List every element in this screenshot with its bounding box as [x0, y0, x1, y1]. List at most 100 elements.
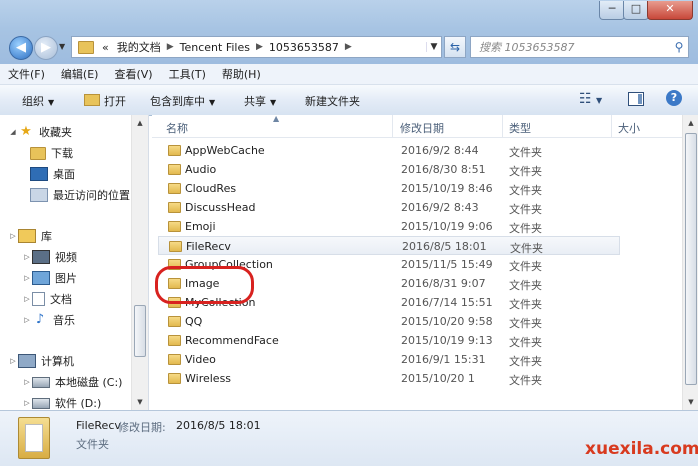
chevron-right-icon[interactable]: ▶: [254, 42, 265, 52]
file-name: CloudRes: [185, 182, 237, 195]
file-name: QQ: [185, 315, 203, 328]
nav-item-label: 图片: [55, 272, 77, 285]
search-input[interactable]: 搜索 1053653587 ⚲: [470, 36, 689, 58]
new-folder-button[interactable]: 新建文件夹: [305, 93, 360, 109]
expand-arrow-icon[interactable]: ▷: [22, 274, 32, 282]
nav-computer[interactable]: ▷ 计算机: [8, 352, 74, 370]
column-name[interactable]: 名称: [166, 120, 188, 136]
expand-arrow-icon[interactable]: ▷: [22, 316, 32, 324]
file-row[interactable]: Audio 2016/8/30 8:51 文件夹: [158, 160, 620, 179]
nav-favorites[interactable]: ◢ ★ 收藏夹: [8, 123, 72, 141]
expand-arrow-icon[interactable]: ▷: [22, 378, 32, 386]
file-row[interactable]: DiscussHead 2016/9/2 8:43 文件夹: [158, 198, 620, 217]
scroll-up-icon[interactable]: ▲: [132, 115, 148, 131]
nav-libraries[interactable]: ▷ 库: [8, 227, 52, 245]
menu-edit[interactable]: 编辑(E): [53, 66, 107, 82]
details-pane: FileRecv 修改日期: 2016/8/5 18:01 文件夹 xuexil…: [0, 410, 698, 466]
folder-icon: [168, 373, 181, 384]
navigation-pane: ◢ ★ 收藏夹 下载 桌面 最近访问的位置 ▷ 库 ▷ 视频 ▷ 图片 ▷ 文档…: [0, 115, 149, 410]
file-name: Wireless: [185, 372, 232, 385]
file-row[interactable]: QQ 2015/10/20 9:58 文件夹: [158, 312, 620, 331]
nav-item-pictures[interactable]: ▷ 图片: [22, 269, 77, 287]
menu-view[interactable]: 查看(V): [106, 66, 160, 82]
include-in-library-button[interactable]: 包含到库中 ▼: [150, 93, 215, 109]
preview-pane-icon[interactable]: [628, 92, 644, 106]
file-row[interactable]: Video 2016/9/1 15:31 文件夹: [158, 350, 620, 369]
organize-button[interactable]: 组织 ▼: [22, 93, 54, 109]
search-placeholder[interactable]: 搜索 1053653587: [471, 39, 670, 55]
expand-arrow-icon[interactable]: ▷: [22, 295, 32, 303]
file-row[interactable]: FileRecv 2016/8/5 18:01 文件夹: [158, 236, 620, 255]
file-date: 2016/7/14 15:51: [401, 296, 493, 309]
file-type: 文件夹: [509, 298, 542, 311]
sort-ascending-icon: ▲: [273, 115, 280, 123]
nav-item-drive-c[interactable]: ▷ 本地磁盘 (C:): [22, 373, 122, 391]
expand-arrow-icon[interactable]: ◢: [8, 128, 18, 136]
file-row[interactable]: Wireless 2015/10/20 1 文件夹: [158, 369, 620, 388]
address-overflow[interactable]: «: [98, 41, 113, 54]
nav-item-music[interactable]: ▷ ♪ 音乐: [22, 311, 75, 329]
forward-button[interactable]: ▶: [34, 36, 58, 60]
chevron-right-icon[interactable]: ▶: [343, 42, 354, 52]
file-type: 文件夹: [509, 374, 542, 387]
scrollbar-thumb[interactable]: [685, 133, 697, 385]
breadcrumb-account[interactable]: 1053653587: [265, 41, 343, 54]
file-row[interactable]: Emoji 2015/10/19 9:06 文件夹: [158, 217, 620, 236]
share-button[interactable]: 共享 ▼: [244, 93, 276, 109]
scroll-up-icon[interactable]: ▲: [683, 115, 698, 131]
maximize-button[interactable]: □: [623, 1, 649, 20]
back-button[interactable]: ◀: [9, 36, 33, 60]
minimize-button[interactable]: ─: [599, 1, 625, 20]
column-divider[interactable]: [611, 115, 612, 137]
nav-scrollbar[interactable]: ▲ ▼: [131, 115, 148, 410]
video-library-icon: [32, 250, 50, 264]
open-label: 打开: [104, 95, 126, 108]
address-dropdown-icon[interactable]: ▼: [426, 42, 441, 52]
expand-arrow-icon[interactable]: ▷: [8, 357, 18, 365]
file-row[interactable]: CloudRes 2015/10/19 8:46 文件夹: [158, 179, 620, 198]
refresh-button[interactable]: ⇆: [444, 36, 466, 58]
file-type: 文件夹: [509, 184, 542, 197]
nav-item-downloads[interactable]: 下载: [30, 144, 73, 162]
chevron-right-icon[interactable]: ▶: [165, 42, 176, 52]
folder-icon: [168, 335, 181, 346]
file-type: 文件夹: [509, 165, 542, 178]
file-row[interactable]: RecommendFace 2015/10/19 9:13 文件夹: [158, 331, 620, 350]
column-type[interactable]: 类型: [509, 120, 531, 136]
scrollbar-thumb[interactable]: [134, 305, 146, 357]
nav-item-recent[interactable]: 最近访问的位置: [30, 186, 130, 204]
column-size[interactable]: 大小: [618, 120, 640, 136]
nav-item-desktop[interactable]: 桌面: [30, 165, 75, 183]
open-button[interactable]: 打开: [84, 93, 126, 109]
expand-arrow-icon[interactable]: ▷: [22, 399, 32, 407]
column-divider[interactable]: [392, 115, 393, 137]
breadcrumb-documents[interactable]: 我的文档: [113, 39, 165, 55]
menu-tools[interactable]: 工具(T): [161, 66, 214, 82]
expand-arrow-icon[interactable]: ▷: [22, 253, 32, 261]
nav-item-videos[interactable]: ▷ 视频: [22, 248, 77, 266]
view-options-icon[interactable]: ☷ ▼: [579, 91, 602, 107]
file-type: 文件夹: [509, 222, 542, 235]
expand-arrow-icon[interactable]: ▷: [8, 232, 18, 240]
folder-icon: [169, 241, 182, 252]
file-date: 2016/9/2 8:43: [401, 201, 479, 214]
menu-file[interactable]: 文件(F): [0, 66, 53, 82]
nav-item-documents[interactable]: ▷ 文档: [22, 290, 72, 308]
menu-help[interactable]: 帮助(H): [214, 66, 269, 82]
file-list-scrollbar[interactable]: ▲ ▼: [682, 115, 698, 410]
computer-icon: [18, 354, 36, 368]
help-icon[interactable]: ?: [666, 90, 682, 106]
column-divider[interactable]: [502, 115, 503, 137]
history-dropdown-icon[interactable]: ▼: [59, 42, 65, 51]
file-type: 文件夹: [509, 260, 542, 273]
scroll-down-icon[interactable]: ▼: [683, 394, 698, 410]
nav-item-drive-d[interactable]: ▷ 软件 (D:): [22, 394, 101, 410]
scroll-down-icon[interactable]: ▼: [132, 394, 148, 410]
column-date[interactable]: 修改日期: [400, 120, 444, 136]
close-button[interactable]: ✕: [647, 1, 693, 20]
file-row[interactable]: AppWebCache 2016/9/2 8:44 文件夹: [158, 141, 620, 160]
address-bar[interactable]: « 我的文档 ▶ Tencent Files ▶ 1053653587 ▶ ▼: [71, 36, 442, 58]
nav-item-label: 最近访问的位置: [53, 189, 130, 202]
breadcrumb-tencent-files[interactable]: Tencent Files: [176, 41, 254, 54]
search-icon[interactable]: ⚲: [670, 40, 688, 54]
